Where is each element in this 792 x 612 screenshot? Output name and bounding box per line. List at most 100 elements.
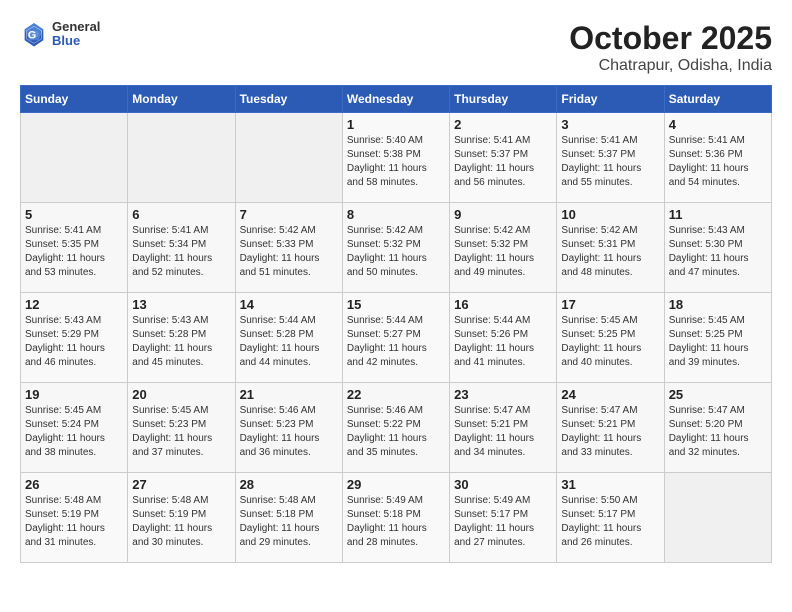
header: G General Blue October 2025 Chatrapur, O…: [20, 20, 772, 75]
day-info: Sunrise: 5:43 AM Sunset: 5:30 PM Dayligh…: [669, 224, 767, 280]
day-number: 14: [240, 297, 338, 312]
day-info: Sunrise: 5:41 AM Sunset: 5:35 PM Dayligh…: [25, 224, 123, 280]
day-number: 1: [347, 117, 445, 132]
location: Chatrapur, Odisha, India: [569, 57, 772, 75]
day-cell-21: 21Sunrise: 5:46 AM Sunset: 5:23 PM Dayli…: [235, 383, 342, 473]
day-cell-19: 19Sunrise: 5:45 AM Sunset: 5:24 PM Dayli…: [21, 383, 128, 473]
day-info: Sunrise: 5:49 AM Sunset: 5:18 PM Dayligh…: [347, 494, 445, 550]
day-number: 30: [454, 477, 552, 492]
day-info: Sunrise: 5:48 AM Sunset: 5:19 PM Dayligh…: [25, 494, 123, 550]
day-info: Sunrise: 5:41 AM Sunset: 5:34 PM Dayligh…: [132, 224, 230, 280]
day-number: 10: [561, 207, 659, 222]
weekday-header-thursday: Thursday: [450, 86, 557, 113]
day-info: Sunrise: 5:48 AM Sunset: 5:19 PM Dayligh…: [132, 494, 230, 550]
weekday-header-monday: Monday: [128, 86, 235, 113]
day-info: Sunrise: 5:41 AM Sunset: 5:37 PM Dayligh…: [561, 134, 659, 190]
day-info: Sunrise: 5:42 AM Sunset: 5:33 PM Dayligh…: [240, 224, 338, 280]
day-info: Sunrise: 5:47 AM Sunset: 5:20 PM Dayligh…: [669, 404, 767, 460]
weekday-header-saturday: Saturday: [664, 86, 771, 113]
logo: G General Blue: [20, 20, 100, 49]
day-cell-11: 11 Sunrise: 5:43 AM Sunset: 5:30 PM Dayli…: [664, 203, 771, 293]
day-cell-22: 22Sunrise: 5:46 AM Sunset: 5:22 PM Dayli…: [342, 383, 449, 473]
day-cell-8: 8 Sunrise: 5:42 AM Sunset: 5:32 PM Daylig…: [342, 203, 449, 293]
title-area: October 2025 Chatrapur, Odisha, India: [569, 20, 772, 75]
day-number: 22: [347, 387, 445, 402]
empty-cell: [664, 473, 771, 563]
day-number: 5: [25, 207, 123, 222]
day-number: 31: [561, 477, 659, 492]
page-container: G General Blue October 2025 Chatrapur, O…: [20, 20, 772, 563]
day-number: 17: [561, 297, 659, 312]
day-info: Sunrise: 5:47 AM Sunset: 5:21 PM Dayligh…: [454, 404, 552, 460]
day-number: 8: [347, 207, 445, 222]
day-info: Sunrise: 5:41 AM Sunset: 5:36 PM Dayligh…: [669, 134, 767, 190]
day-cell-1: 1 Sunrise: 5:40 AM Sunset: 5:38 PM Daylig…: [342, 113, 449, 203]
day-cell-6: 6 Sunrise: 5:41 AM Sunset: 5:34 PM Daylig…: [128, 203, 235, 293]
day-info: Sunrise: 5:46 AM Sunset: 5:23 PM Dayligh…: [240, 404, 338, 460]
day-cell-18: 18Sunrise: 5:45 AM Sunset: 5:25 PM Dayli…: [664, 293, 771, 383]
day-number: 29: [347, 477, 445, 492]
week-row-3: 12Sunrise: 5:43 AM Sunset: 5:29 PM Dayli…: [21, 293, 772, 383]
day-number: 28: [240, 477, 338, 492]
logo-general: General: [52, 20, 100, 34]
day-cell-4: 4 Sunrise: 5:41 AM Sunset: 5:36 PM Daylig…: [664, 113, 771, 203]
day-cell-31: 31 Sunrise: 5:50 AM Sunset: 5:17 PM Dayli…: [557, 473, 664, 563]
day-info: Sunrise: 5:45 AM Sunset: 5:25 PM Dayligh…: [561, 314, 659, 370]
day-cell-25: 25 Sunrise: 5:47 AM Sunset: 5:20 PM Dayli…: [664, 383, 771, 473]
day-number: 25: [669, 387, 767, 402]
week-row-4: 19Sunrise: 5:45 AM Sunset: 5:24 PM Dayli…: [21, 383, 772, 473]
day-info: Sunrise: 5:41 AM Sunset: 5:37 PM Dayligh…: [454, 134, 552, 190]
day-cell-23: 23Sunrise: 5:47 AM Sunset: 5:21 PM Dayli…: [450, 383, 557, 473]
empty-cell: [21, 113, 128, 203]
day-number: 9: [454, 207, 552, 222]
week-row-1: 1 Sunrise: 5:40 AM Sunset: 5:38 PM Daylig…: [21, 113, 772, 203]
calendar-header-row: SundayMondayTuesdayWednesdayThursdayFrid…: [21, 86, 772, 113]
day-cell-13: 13 Sunrise: 5:43 AM Sunset: 5:28 PM Dayli…: [128, 293, 235, 383]
weekday-header-tuesday: Tuesday: [235, 86, 342, 113]
day-cell-17: 17 Sunrise: 5:45 AM Sunset: 5:25 PM Dayli…: [557, 293, 664, 383]
day-info: Sunrise: 5:48 AM Sunset: 5:18 PM Dayligh…: [240, 494, 338, 550]
day-info: Sunrise: 5:50 AM Sunset: 5:17 PM Dayligh…: [561, 494, 659, 550]
month-title: October 2025: [569, 20, 772, 57]
day-cell-5: 5 Sunrise: 5:41 AM Sunset: 5:35 PM Daylig…: [21, 203, 128, 293]
day-cell-26: 26 Sunrise: 5:48 AM Sunset: 5:19 PM Dayli…: [21, 473, 128, 563]
day-number: 11: [669, 207, 767, 222]
day-info: Sunrise: 5:44 AM Sunset: 5:26 PM Dayligh…: [454, 314, 552, 370]
day-info: Sunrise: 5:44 AM Sunset: 5:28 PM Dayligh…: [240, 314, 338, 370]
day-cell-14: 14 Sunrise: 5:44 AM Sunset: 5:28 PM Dayli…: [235, 293, 342, 383]
day-info: Sunrise: 5:42 AM Sunset: 5:32 PM Dayligh…: [454, 224, 552, 280]
day-cell-12: 12Sunrise: 5:43 AM Sunset: 5:29 PM Dayli…: [21, 293, 128, 383]
empty-cell: [128, 113, 235, 203]
logo-text: General Blue: [52, 20, 100, 49]
day-number: 26: [25, 477, 123, 492]
day-number: 3: [561, 117, 659, 132]
day-number: 7: [240, 207, 338, 222]
weekday-header-friday: Friday: [557, 86, 664, 113]
day-number: 12: [25, 297, 123, 312]
svg-text:G: G: [28, 30, 36, 42]
day-cell-20: 20Sunrise: 5:45 AM Sunset: 5:23 PM Dayli…: [128, 383, 235, 473]
day-number: 27: [132, 477, 230, 492]
empty-cell: [235, 113, 342, 203]
day-info: Sunrise: 5:40 AM Sunset: 5:38 PM Dayligh…: [347, 134, 445, 190]
weekday-header-sunday: Sunday: [21, 86, 128, 113]
day-cell-9: 9 Sunrise: 5:42 AM Sunset: 5:32 PM Daylig…: [450, 203, 557, 293]
day-cell-30: 30 Sunrise: 5:49 AM Sunset: 5:17 PM Dayli…: [450, 473, 557, 563]
day-info: Sunrise: 5:43 AM Sunset: 5:28 PM Dayligh…: [132, 314, 230, 370]
week-row-5: 26 Sunrise: 5:48 AM Sunset: 5:19 PM Dayli…: [21, 473, 772, 563]
day-number: 4: [669, 117, 767, 132]
day-cell-28: 28 Sunrise: 5:48 AM Sunset: 5:18 PM Dayli…: [235, 473, 342, 563]
day-info: Sunrise: 5:49 AM Sunset: 5:17 PM Dayligh…: [454, 494, 552, 550]
day-info: Sunrise: 5:44 AM Sunset: 5:27 PM Dayligh…: [347, 314, 445, 370]
day-info: Sunrise: 5:42 AM Sunset: 5:31 PM Dayligh…: [561, 224, 659, 280]
day-number: 13: [132, 297, 230, 312]
calendar: SundayMondayTuesdayWednesdayThursdayFrid…: [20, 85, 772, 563]
day-number: 19: [25, 387, 123, 402]
day-cell-2: 2Sunrise: 5:41 AM Sunset: 5:37 PM Daylig…: [450, 113, 557, 203]
day-info: Sunrise: 5:42 AM Sunset: 5:32 PM Dayligh…: [347, 224, 445, 280]
weekday-header-wednesday: Wednesday: [342, 86, 449, 113]
logo-blue: Blue: [52, 34, 100, 48]
day-number: 6: [132, 207, 230, 222]
day-info: Sunrise: 5:47 AM Sunset: 5:21 PM Dayligh…: [561, 404, 659, 460]
day-cell-16: 16Sunrise: 5:44 AM Sunset: 5:26 PM Dayli…: [450, 293, 557, 383]
